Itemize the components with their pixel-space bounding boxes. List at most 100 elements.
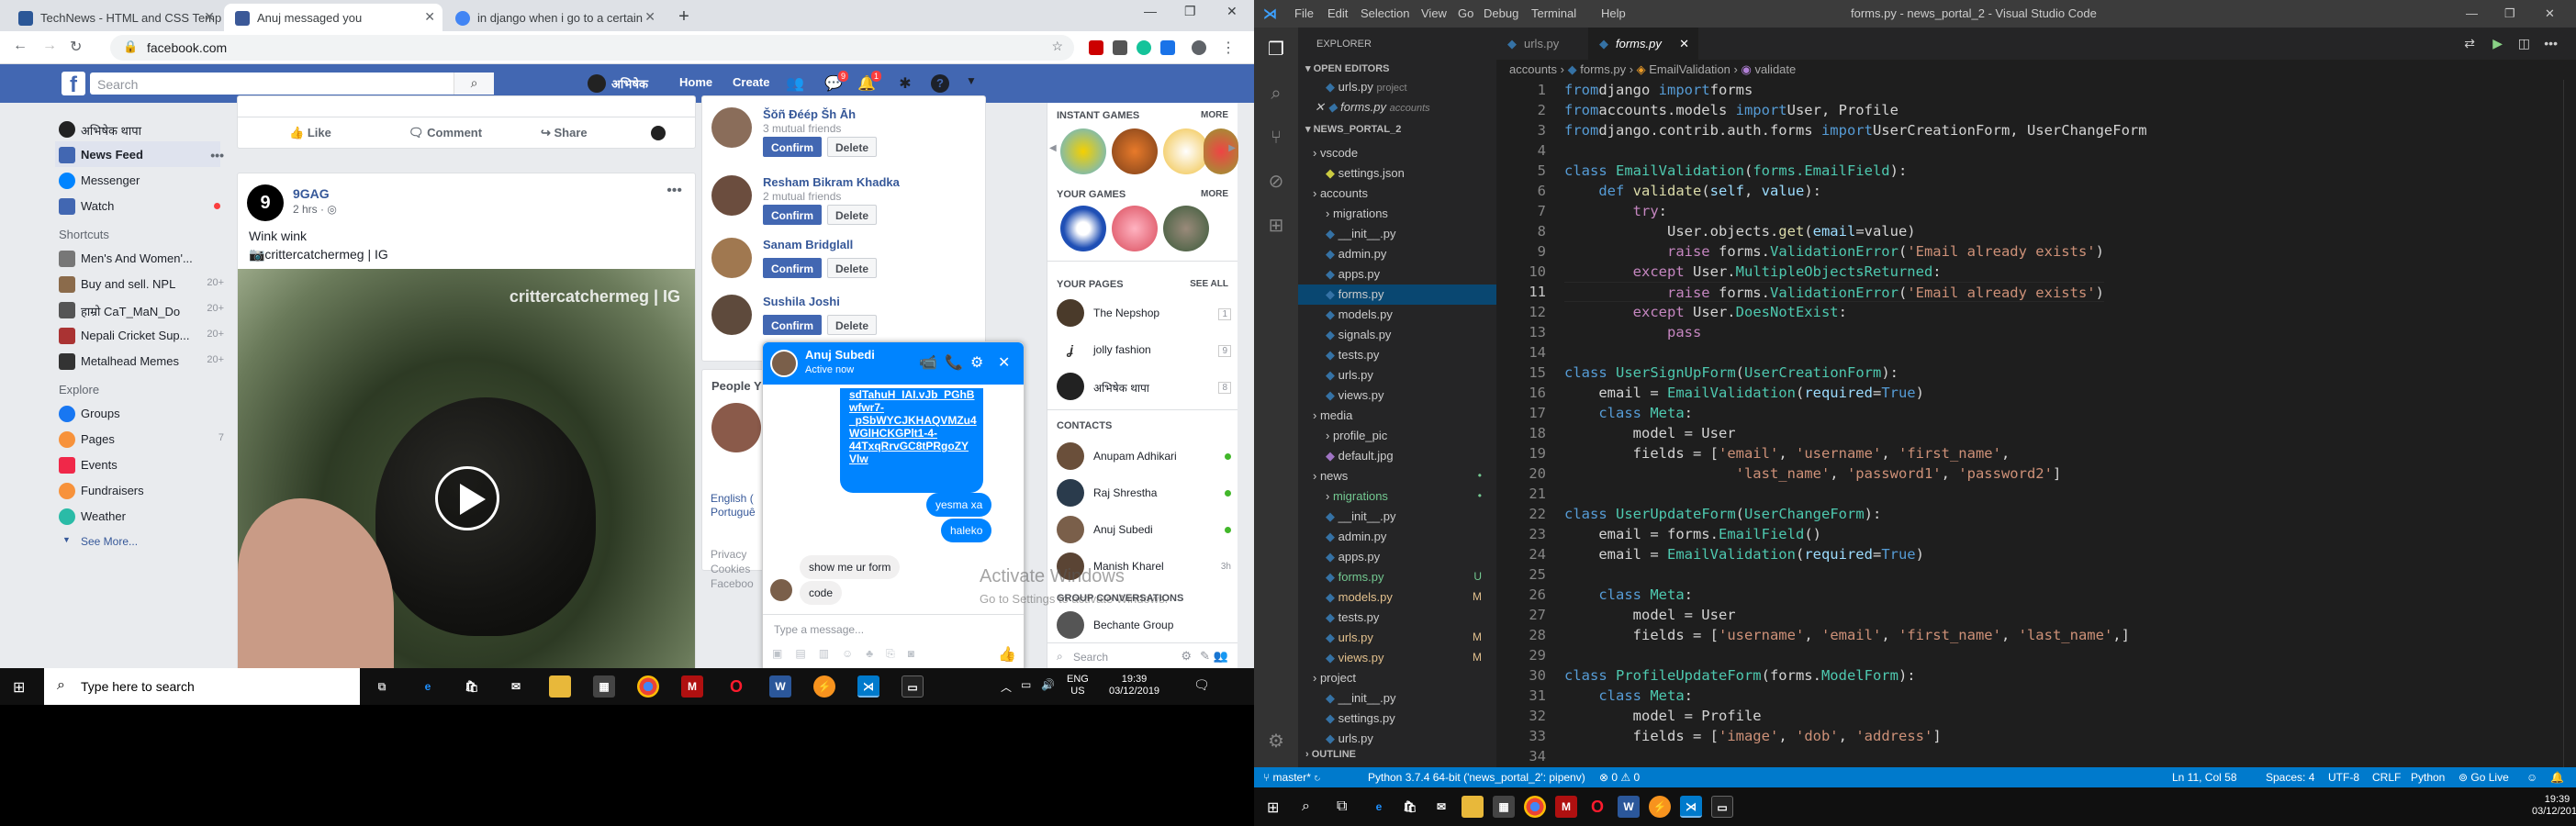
delete-button[interactable]: Delete: [827, 137, 878, 157]
video-call-icon[interactable]: 📹: [919, 353, 937, 372]
confirm-button[interactable]: Confirm: [763, 315, 822, 335]
code-line[interactable]: class Meta:: [1564, 585, 1693, 605]
close-tab-icon[interactable]: ✕: [644, 9, 655, 25]
action-center-icon[interactable]: 🗨: [1193, 677, 1210, 693]
avatar[interactable]: [711, 107, 752, 148]
settings-icon[interactable]: ⚙: [970, 353, 983, 372]
pdf-extension-icon[interactable]: [1089, 40, 1103, 55]
bookmark-star-icon[interactable]: ☆: [1051, 39, 1063, 54]
menu-edit[interactable]: Edit: [1327, 6, 1348, 20]
group-item[interactable]: Bechante Group: [1057, 609, 1231, 642]
menu-debug[interactable]: Debug: [1484, 6, 1518, 20]
taskbar-search[interactable]: ⌕ Type here to search: [44, 668, 360, 705]
chrome-icon[interactable]: [1524, 796, 1546, 818]
windows-start-icon[interactable]: ⊞: [1267, 798, 1279, 817]
tree-folder[interactable]: › migrations •: [1298, 486, 1496, 507]
new-tab-button[interactable]: +: [672, 6, 696, 29]
encoding[interactable]: UTF-8: [2328, 771, 2359, 784]
game-thumbnail[interactable]: [1112, 206, 1158, 251]
tree-folder[interactable]: › accounts: [1298, 184, 1496, 204]
run-icon[interactable]: ▶: [2492, 36, 2503, 51]
sidebar-item-shortcut[interactable]: Nepali Cricket Sup... 20+: [55, 322, 224, 348]
phone-icon[interactable]: 📞: [945, 353, 963, 372]
store-icon[interactable]: 🛍: [461, 675, 483, 698]
menu-selection[interactable]: Selection: [1361, 6, 1409, 20]
comment-button[interactable]: 🗨 Comment: [409, 126, 482, 140]
clock[interactable]: 19:3903/12/2019: [2532, 794, 2576, 818]
like-button[interactable]: 👍 Like: [289, 126, 331, 140]
close-tab-icon[interactable]: ✕: [424, 9, 435, 25]
clock[interactable]: 19:3903/12/2019: [1109, 674, 1159, 698]
breadcrumb-item[interactable]: validate: [1754, 62, 1796, 76]
post-author[interactable]: 9GAG: [293, 186, 330, 201]
breadcrumb-item[interactable]: EmailValidation: [1649, 62, 1730, 76]
close-tab-icon[interactable]: ✕: [204, 9, 215, 25]
language-indicator[interactable]: ENG US: [1067, 674, 1089, 698]
tree-file[interactable]: ◆ settings.py: [1298, 709, 1496, 729]
tree-file[interactable]: ◆ models.py: [1298, 305, 1496, 325]
open-editors-section[interactable]: ▾ OPEN EDITORS: [1305, 62, 1390, 74]
image-icon[interactable]: ▣: [772, 647, 795, 660]
tree-file[interactable]: ◆ views.py: [1298, 385, 1496, 406]
profile-icon[interactable]: [1192, 40, 1206, 55]
store-icon[interactable]: 🛍: [1399, 796, 1421, 818]
mcafee-icon[interactable]: M: [681, 675, 703, 698]
close-icon[interactable]: ✕: [998, 353, 1010, 372]
code-line[interactable]: class Meta:: [1564, 403, 1693, 423]
edge-icon[interactable]: e: [417, 675, 439, 698]
lang-link[interactable]: English (: [711, 492, 756, 506]
tree-file[interactable]: ◆ admin.py: [1298, 527, 1496, 547]
code-line[interactable]: fields = ['username', 'email', 'first_na…: [1564, 625, 2130, 645]
sidebar-item-events[interactable]: Events: [55, 452, 220, 477]
tree-folder[interactable]: › media: [1298, 406, 1496, 426]
tree-folder[interactable]: › migrations: [1298, 204, 1496, 224]
chat-name[interactable]: Anuj Subedi: [805, 348, 875, 362]
avatar[interactable]: [651, 126, 666, 140]
post-options-icon[interactable]: •••: [666, 183, 682, 199]
confirm-button[interactable]: Confirm: [763, 258, 822, 278]
restore-icon[interactable]: ❐: [1184, 4, 1196, 19]
facebook-logo-icon[interactable]: f: [62, 72, 85, 97]
sticker-icon[interactable]: ▤: [795, 647, 818, 660]
chrome-icon[interactable]: [637, 675, 659, 698]
tree-file[interactable]: ◆ default.jpg: [1298, 446, 1496, 466]
task-view-icon[interactable]: ⧉: [371, 675, 393, 698]
tree-file[interactable]: ◆ __init__.py: [1298, 507, 1496, 527]
contact-item[interactable]: Raj Shrestha: [1057, 477, 1231, 510]
see-more-link[interactable]: ▼ See More...: [55, 529, 220, 554]
tree-file[interactable]: ◆ apps.py: [1298, 547, 1496, 567]
close-icon[interactable]: ✕: [1315, 100, 1325, 114]
game-thumbnail[interactable]: [1163, 128, 1209, 174]
code-line[interactable]: model = User: [1564, 423, 1736, 443]
vscode-icon[interactable]: ⋊: [1680, 796, 1702, 818]
request-name[interactable]: Šŏñ Đéép Šh Āh: [763, 107, 856, 121]
tree-file[interactable]: ◆ tests.py: [1298, 345, 1496, 365]
code-line[interactable]: fields = ['email', 'username', 'first_na…: [1564, 443, 2010, 463]
language-mode[interactable]: Python: [2411, 771, 2445, 784]
grammarly-icon[interactable]: [1137, 40, 1151, 55]
game-thumbnail[interactable]: [1163, 206, 1209, 251]
see-all-link[interactable]: SEE ALL: [1190, 279, 1228, 289]
sidebar-item-news-feed[interactable]: News Feed •••: [55, 141, 224, 167]
mail-icon[interactable]: ✉: [1430, 796, 1452, 818]
code-line[interactable]: email = EmailValidation(required=True): [1564, 544, 1924, 564]
go-live-button[interactable]: ⊚ Go Live: [2458, 771, 2509, 784]
request-name[interactable]: Sushila Joshi: [763, 295, 840, 308]
outline-section[interactable]: › OUTLINE: [1305, 749, 1356, 760]
code-line[interactable]: fromaccounts.models importUser, Profile: [1564, 100, 1898, 120]
code-line[interactable]: class Meta:: [1564, 686, 1693, 706]
tree-file[interactable]: ◆ apps.py: [1298, 264, 1496, 285]
code-line[interactable]: raise forms.ValidationError('Email alrea…: [1564, 241, 2104, 262]
code-line[interactable]: 'last_name', 'password1', 'password2']: [1564, 463, 2062, 484]
tree-file[interactable]: ◆ settings.json: [1298, 163, 1496, 184]
code-line[interactable]: except User.DoesNotExist:: [1564, 302, 1847, 322]
line-ending[interactable]: CRLF: [2372, 771, 2401, 784]
sidebar-item-fundraisers[interactable]: Fundraisers: [55, 477, 220, 503]
confirm-button[interactable]: Confirm: [763, 205, 822, 225]
quick-help-icon[interactable]: ✱: [896, 74, 914, 93]
delete-button[interactable]: Delete: [827, 315, 878, 335]
cursor-position[interactable]: Ln 11, Col 58: [2172, 771, 2237, 784]
post-video[interactable]: crittercatchermeg | IG: [238, 269, 695, 678]
page-item[interactable]: ʝ jolly fashion 9: [1057, 334, 1231, 367]
reload-icon[interactable]: ↻: [70, 38, 82, 56]
